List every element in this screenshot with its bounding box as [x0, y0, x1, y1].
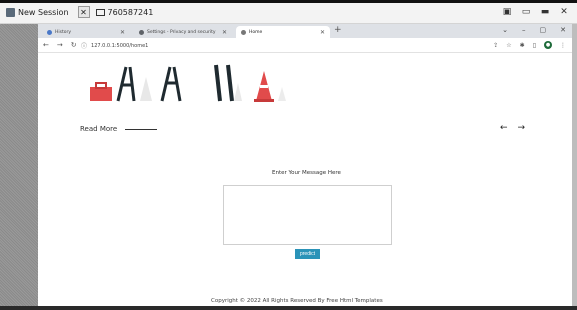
new-tab-icon[interactable]: +	[334, 25, 342, 35]
minimize-icon[interactable]: –	[522, 26, 526, 34]
profile-avatar[interactable]: ●	[544, 41, 552, 49]
footer-text: Copyright © 2022 All Rights Reserved By …	[211, 298, 383, 304]
extensions-icon[interactable]: ✱	[520, 42, 525, 49]
predict-button[interactable]: predict	[295, 249, 320, 259]
reload-icon[interactable]: ↻	[71, 41, 77, 49]
tab-settings[interactable]: Settings - Privacy and security ✕	[134, 26, 232, 38]
page-content: Read More ← → Enter Your Message Here pr…	[38, 53, 572, 306]
desktop-background	[0, 24, 38, 306]
toolbox-image	[90, 87, 112, 101]
tab-close-icon[interactable]: ✕	[222, 29, 227, 36]
ladder-image-1	[116, 66, 136, 102]
message-textarea[interactable]	[223, 185, 392, 245]
window-controls: ⌄ – ▢ ✕	[502, 26, 566, 34]
remote-session-bar: New Session ✕ 760587241 ▣ ▭ ▬ ✕	[0, 3, 577, 24]
tab-label: Home	[249, 29, 263, 35]
connection-id: 760587241	[107, 7, 154, 17]
gear-icon	[139, 29, 144, 35]
session-title: New Session	[18, 7, 69, 17]
window-border	[572, 24, 577, 306]
toolbar-icons: ⇪ ☆ ✱ ▯ ● ⋮	[493, 41, 566, 49]
minimize-icon[interactable]: ▬	[540, 7, 550, 17]
star-icon[interactable]: ☆	[506, 42, 511, 49]
fullscreen-icon[interactable]: ▣	[502, 7, 512, 17]
nav-buttons: ← → ↻	[43, 41, 77, 49]
screen: New Session ✕ 760587241 ▣ ▭ ▬ ✕ History …	[0, 0, 577, 310]
session-controls: ▣ ▭ ▬ ✕	[502, 7, 569, 17]
session-info: New Session ✕ 760587241	[6, 6, 153, 18]
ladder-image-3	[214, 64, 234, 102]
chevron-down-icon[interactable]: ⌄	[502, 26, 508, 34]
maximize-icon[interactable]: ▢	[540, 26, 547, 34]
tab-label: History	[55, 29, 72, 35]
arrow-left-icon[interactable]: ←	[500, 123, 508, 133]
tab-label: Settings - Privacy and security	[147, 29, 216, 35]
browser-toolbar: ← → ↻ ⓘ 127.0.0.1:5000/home1 ⇪ ☆ ✱ ▯ ● ⋮	[38, 38, 572, 53]
window-icon[interactable]: ▭	[521, 7, 531, 17]
carousel-arrows: ← →	[500, 123, 525, 133]
history-icon	[47, 29, 52, 35]
read-more-link[interactable]: Read More	[80, 125, 158, 133]
bottom-edge	[0, 306, 577, 310]
read-more-label: Read More	[80, 125, 118, 133]
product-images	[90, 64, 286, 102]
browser-tabbar: History ✕ Settings - Privacy and securit…	[38, 24, 572, 38]
close-icon[interactable]: ✕	[559, 7, 569, 17]
tab-home[interactable]: Home ✕	[236, 26, 330, 38]
computer-icon	[95, 8, 105, 16]
back-icon[interactable]: ←	[43, 41, 49, 49]
arrow-right-icon[interactable]: →	[518, 123, 526, 133]
info-icon[interactable]: ⓘ	[81, 41, 87, 50]
close-icon[interactable]: ✕	[560, 26, 566, 34]
session-icon	[6, 7, 15, 17]
menu-icon[interactable]: ⋮	[560, 42, 566, 49]
address-bar[interactable]: ⓘ 127.0.0.1:5000/home1	[81, 40, 501, 51]
close-session-icon[interactable]: ✕	[77, 6, 90, 18]
message-label: Enter Your Message Here	[272, 170, 341, 176]
sidebar-icon[interactable]: ▯	[533, 42, 536, 49]
ladder-image-2	[160, 66, 182, 102]
globe-icon	[241, 29, 246, 35]
share-icon[interactable]: ⇪	[493, 42, 498, 49]
divider-line	[125, 128, 158, 130]
tab-close-icon[interactable]: ✕	[120, 29, 125, 36]
forward-icon[interactable]: →	[57, 41, 63, 49]
tab-close-icon[interactable]: ✕	[320, 29, 325, 36]
tab-history[interactable]: History ✕	[42, 26, 130, 38]
url-text[interactable]: 127.0.0.1:5000/home1	[91, 43, 148, 49]
traffic-cone-image	[254, 71, 274, 102]
